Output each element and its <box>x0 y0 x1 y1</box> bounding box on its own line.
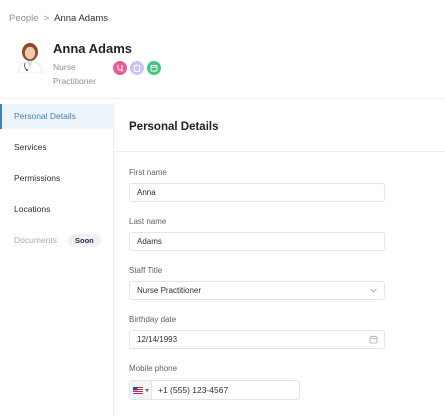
soon-badge: Soon <box>68 234 101 247</box>
avatar <box>17 43 43 73</box>
sidebar-item-documents-label: Documents <box>14 235 57 245</box>
sidebar-item-permissions[interactable]: Permissions <box>0 166 113 191</box>
profile-role-line1: Nurse <box>53 62 76 72</box>
sidebar: Personal Details Services Permissions Lo… <box>0 102 114 416</box>
mobile-phone-label: Mobile phone <box>129 364 178 373</box>
staff-title-value: Nurse Practitioner <box>137 286 202 295</box>
us-flag-icon <box>132 386 143 394</box>
breadcrumb-current: Anna Adams <box>54 13 109 24</box>
last-name-label: Last name <box>129 217 167 226</box>
first-name-field[interactable]: Anna <box>129 183 385 202</box>
calendar-icon[interactable] <box>147 61 161 75</box>
profile-role: Nurse Practitioner <box>53 60 115 88</box>
header-divider <box>0 98 445 99</box>
sidebar-item-services[interactable]: Services <box>0 135 113 160</box>
section-divider <box>114 151 445 152</box>
page-title: Personal Details <box>129 121 219 133</box>
profile-name: Anna Adams <box>53 41 132 56</box>
clipboard-icon[interactable] <box>130 61 144 75</box>
birthday-value: 12/14/1993 <box>137 335 178 344</box>
staff-title-select[interactable]: Nurse Practitioner <box>129 281 385 300</box>
calendar-icon[interactable] <box>369 335 378 344</box>
birthday-label: Birthday date <box>129 315 177 324</box>
breadcrumb: People > Anna Adams <box>9 13 108 24</box>
country-selector[interactable] <box>130 381 152 399</box>
breadcrumb-separator: > <box>43 13 50 24</box>
sidebar-item-documents: Documents Soon <box>0 228 113 253</box>
sidebar-item-personal-details[interactable]: Personal Details <box>0 104 113 129</box>
mobile-phone-field[interactable]: +1 (555) 123-4567 <box>129 380 300 400</box>
stethoscope-icon[interactable] <box>113 61 127 75</box>
first-name-label: First name <box>129 168 167 177</box>
sidebar-item-locations[interactable]: Locations <box>0 197 113 222</box>
service-badges <box>113 61 161 75</box>
profile-role-line2: Practitioner <box>53 76 96 86</box>
caret-down-icon <box>144 388 149 392</box>
last-name-field[interactable]: Adams <box>129 232 385 251</box>
mobile-phone-value: +1 (555) 123-4567 <box>158 385 229 395</box>
birthday-field[interactable]: 12/14/1993 <box>129 330 385 349</box>
chevron-down-icon <box>370 288 377 293</box>
breadcrumb-people-link[interactable]: People <box>9 13 39 24</box>
staff-title-label: Staff Title <box>129 266 163 275</box>
